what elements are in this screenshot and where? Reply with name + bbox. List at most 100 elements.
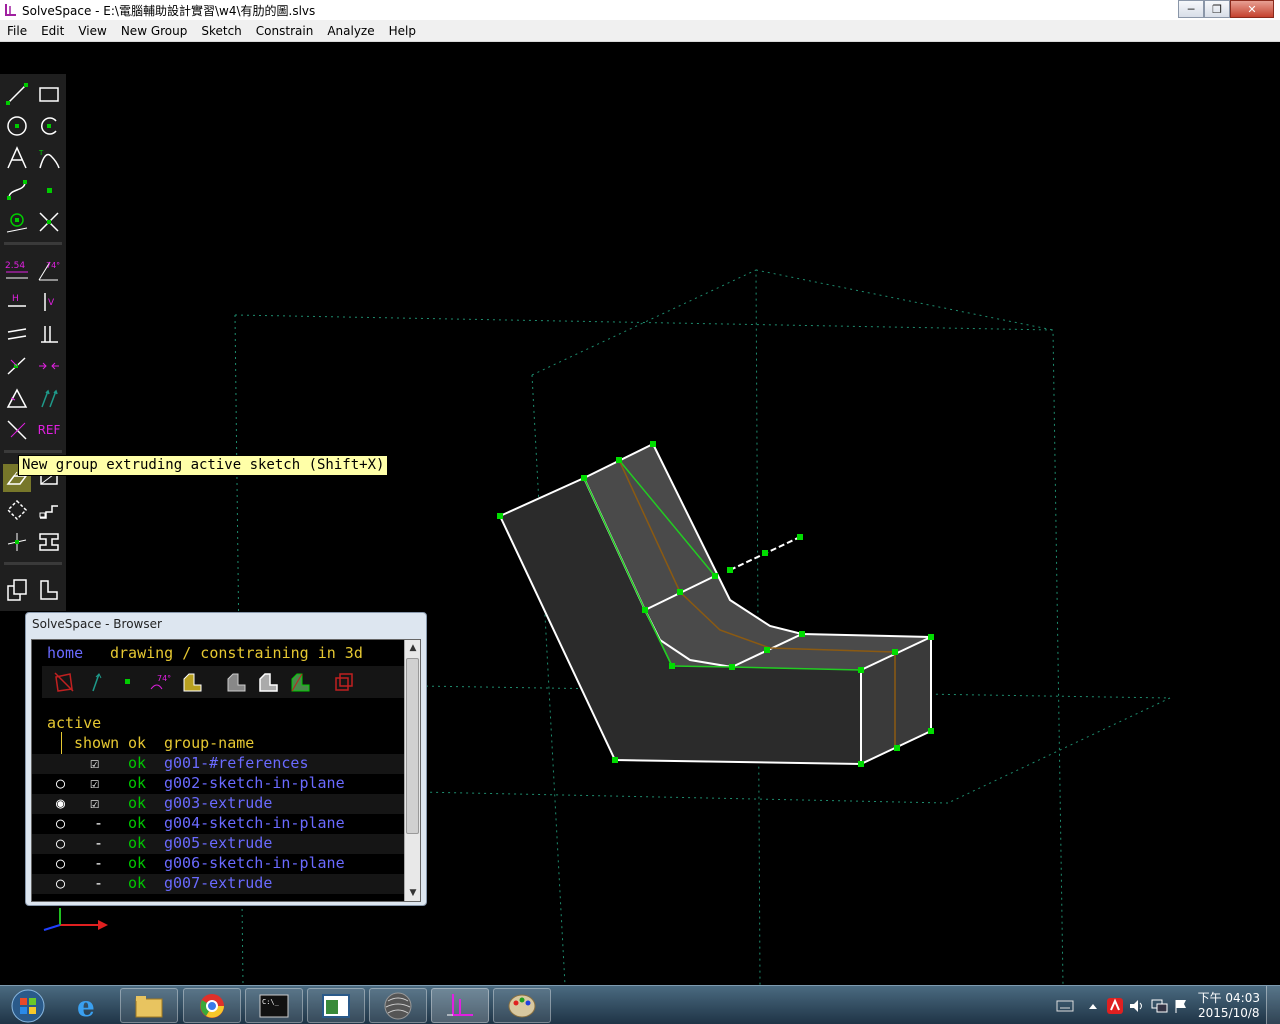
menu-edit[interactable]: Edit [34, 24, 71, 38]
group-active-radio[interactable]: ○ [56, 814, 65, 832]
taskbar-command-prompt[interactable]: C:\_ [245, 988, 303, 1023]
taskbar-chrome[interactable] [183, 988, 241, 1023]
show-points-icon[interactable] [116, 670, 140, 694]
property-browser-window: SolveSpace - Browser home drawing / cons… [25, 612, 427, 906]
minimize-button[interactable]: ─ [1178, 0, 1204, 18]
step-translating-icon[interactable] [35, 496, 63, 524]
extruded-solid[interactable] [497, 441, 934, 767]
show-edges-icon[interactable] [256, 670, 280, 694]
menu-new-group[interactable]: New Group [114, 24, 195, 38]
volume-icon[interactable] [1126, 995, 1148, 1017]
taskbar-internet-explorer[interactable]: e [60, 988, 118, 1023]
group-name-link[interactable]: g007-extrude [164, 874, 272, 892]
menu-file[interactable]: File [0, 24, 34, 38]
circle-tool-icon[interactable] [3, 112, 31, 140]
menu-sketch[interactable]: Sketch [194, 24, 248, 38]
assemble-group-icon[interactable] [35, 576, 63, 604]
horizontal-constraint-icon[interactable]: H [3, 288, 31, 316]
menu-constrain[interactable]: Constrain [249, 24, 321, 38]
symmetric-constraint-icon[interactable] [35, 352, 63, 380]
toolbar-divider [4, 242, 62, 245]
tangent-arc-tool-icon[interactable]: T [35, 144, 63, 172]
same-orientation-constraint-icon[interactable] [35, 384, 63, 412]
arc-tool-icon[interactable] [35, 112, 63, 140]
start-button[interactable] [4, 987, 52, 1024]
spline-tool-icon[interactable] [3, 176, 31, 204]
show-workplanes-icon[interactable] [52, 670, 76, 694]
angle-constraint-icon[interactable]: 74° [35, 256, 63, 284]
reference-toggle-button[interactable]: REF [33, 416, 65, 444]
distance-constraint-icon[interactable]: 2.54 [3, 256, 31, 284]
scroll-up-arrow-icon[interactable]: ▲ [405, 640, 421, 656]
group-shown-checkbox[interactable]: - [94, 814, 103, 832]
group-active-radio[interactable]: ○ [56, 834, 65, 852]
group-ok-status: ok [128, 874, 147, 892]
group-shown-checkbox[interactable]: ☑ [90, 754, 99, 772]
text-tool-icon[interactable] [3, 144, 31, 172]
menu-analyze[interactable]: Analyze [320, 24, 381, 38]
other-supplementary-angle-icon[interactable] [3, 416, 31, 444]
taskbar-solvespace[interactable] [431, 988, 489, 1023]
import-group-icon[interactable] [3, 576, 31, 604]
menu-help[interactable]: Help [382, 24, 423, 38]
group-shown-checkbox[interactable]: - [94, 874, 103, 892]
group-shown-checkbox[interactable]: ☑ [90, 794, 99, 812]
home-link[interactable]: home [47, 644, 83, 662]
group-name-link[interactable]: g001-#references [164, 754, 309, 772]
svg-text:74°: 74° [46, 261, 60, 270]
new-workplane-group-icon[interactable] [3, 528, 31, 556]
taskbar-paint[interactable] [493, 988, 551, 1023]
point-on-line-constraint-icon[interactable] [3, 352, 31, 380]
parallel-constraint-icon[interactable] [3, 320, 31, 348]
group-shown-checkbox[interactable]: ☑ [90, 774, 99, 792]
show-normals-icon[interactable] [84, 670, 108, 694]
show-hidden-lines-icon[interactable] [332, 670, 356, 694]
group-shown-checkbox[interactable]: - [94, 854, 103, 872]
group-active-radio[interactable]: ◉ [56, 794, 65, 812]
taskbar-file-explorer[interactable] [120, 988, 178, 1023]
show-constraints-icon[interactable]: 74° [148, 670, 172, 694]
vertical-constraint-icon[interactable]: V [35, 288, 63, 316]
split-curves-tool-icon[interactable] [35, 208, 63, 236]
group-name-link[interactable]: g002-sketch-in-plane [164, 774, 345, 792]
browser-scrollbar[interactable]: ▲ ▼ [404, 640, 420, 901]
antivirus-icon[interactable] [1104, 995, 1126, 1017]
scroll-down-arrow-icon[interactable]: ▼ [405, 885, 421, 901]
line-tool-icon[interactable] [3, 80, 31, 108]
close-button[interactable]: ✕ [1230, 0, 1274, 18]
show-desktop-button[interactable] [1266, 986, 1280, 1024]
ref-label: REF [37, 423, 61, 437]
group-active-radio[interactable]: ○ [56, 874, 65, 892]
action-center-flag-icon[interactable] [1170, 995, 1192, 1017]
perpendicular-constraint-icon[interactable] [35, 320, 63, 348]
group-active-radio[interactable]: ○ [56, 774, 65, 792]
group-name-link[interactable]: g006-sketch-in-plane [164, 854, 345, 872]
step-rotating-icon[interactable] [3, 496, 31, 524]
maximize-button[interactable]: ❐ [1204, 0, 1230, 18]
taskbar-sphere-app[interactable] [369, 988, 427, 1023]
point-tool-icon[interactable] [35, 176, 63, 204]
show-hidden-icons-arrow-icon[interactable] [1082, 995, 1104, 1017]
network-icon[interactable] [1148, 995, 1170, 1017]
equal-constraint-icon[interactable] [3, 384, 31, 412]
taskbar-window-app[interactable] [307, 988, 365, 1023]
keyboard-icon[interactable] [1054, 995, 1076, 1017]
sweep-group-icon[interactable] [35, 528, 63, 556]
taskbar-clock[interactable]: 下午 04:03 2015/10/8 [1198, 991, 1260, 1021]
group-shown-checkbox[interactable]: - [94, 834, 103, 852]
group-name-link[interactable]: g003-extrude [164, 794, 272, 812]
workplane-tool-icon[interactable] [3, 208, 31, 236]
show-faces-icon[interactable] [180, 670, 204, 694]
show-shaded-icon[interactable] [224, 670, 248, 694]
group-name-column-header: group-name [164, 734, 255, 752]
menu-view[interactable]: View [71, 24, 113, 38]
group-active-radio[interactable]: ○ [56, 854, 65, 872]
svg-text:C:\_: C:\_ [262, 998, 280, 1006]
svg-text:V: V [48, 298, 55, 308]
group-name-link[interactable]: g004-sketch-in-plane [164, 814, 345, 832]
sketch-toolbar: T 2.54 74° H V REF [0, 74, 66, 611]
group-name-link[interactable]: g005-extrude [164, 834, 272, 852]
scroll-thumb[interactable] [406, 658, 419, 834]
rectangle-tool-icon[interactable] [35, 80, 63, 108]
show-mesh-icon[interactable] [288, 670, 312, 694]
